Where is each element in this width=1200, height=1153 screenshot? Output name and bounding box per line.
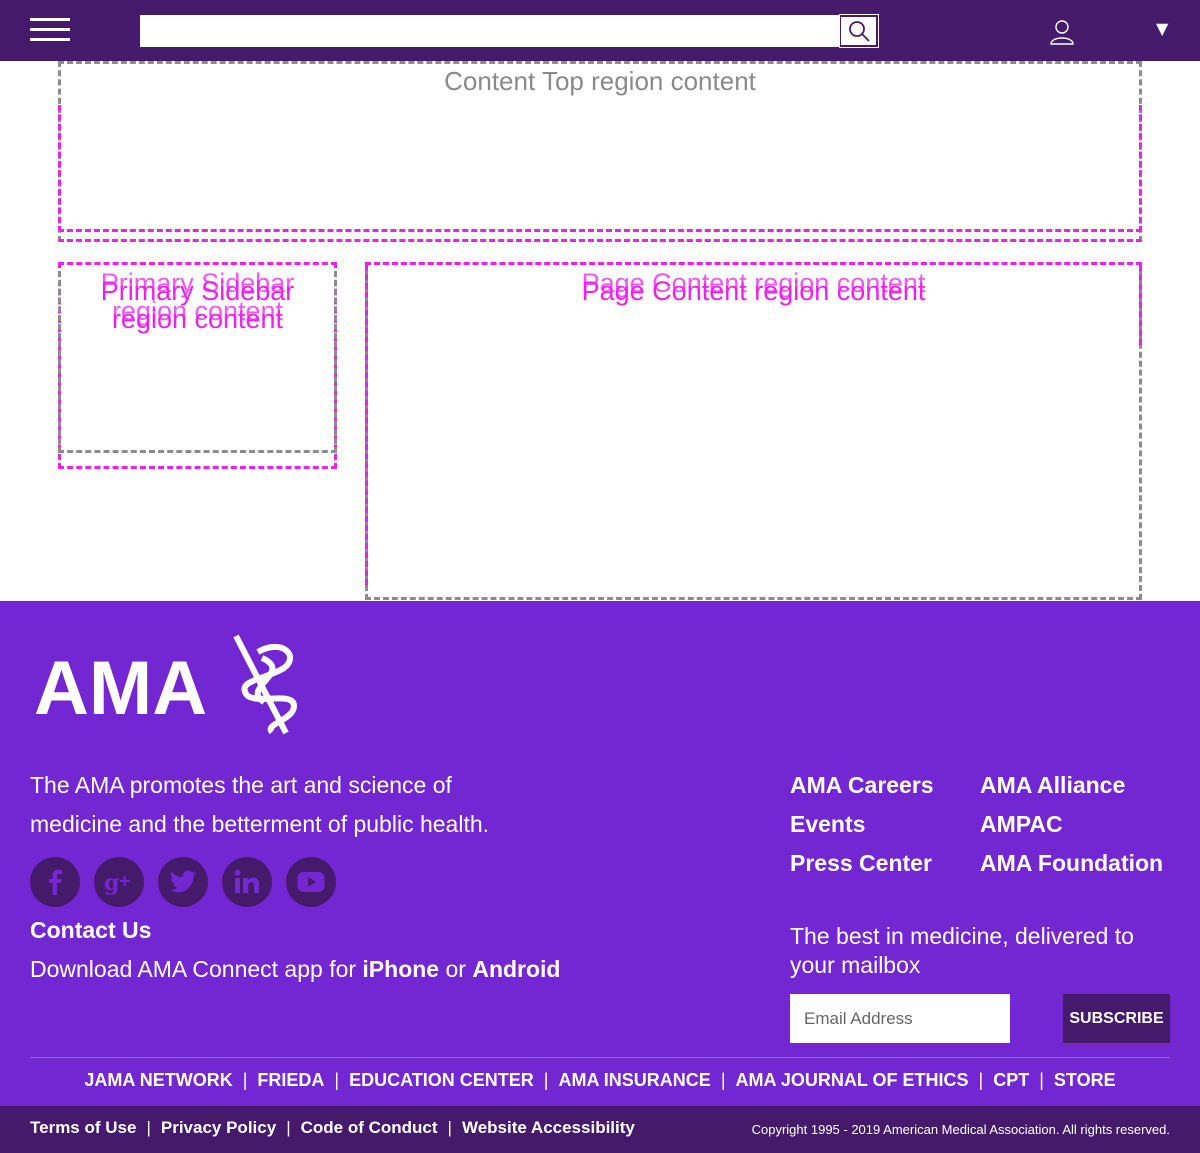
cpt-link[interactable]: CPT	[993, 1070, 1029, 1090]
terms-of-use-link[interactable]: Terms of Use	[30, 1118, 136, 1137]
contact-us-link[interactable]: Contact Us	[30, 917, 151, 944]
education-center-link[interactable]: EDUCATION CENTER	[349, 1070, 534, 1090]
logo-text: AMA	[34, 646, 207, 731]
newsletter-heading: The best in medicine, delivered to your …	[790, 923, 1134, 978]
separator: |	[334, 1070, 340, 1090]
ama-careers-link[interactable]: AMA Careers	[790, 766, 934, 805]
ama-insurance-link[interactable]: AMA INSURANCE	[558, 1070, 710, 1090]
user-icon[interactable]	[1048, 18, 1076, 46]
download-app-text: Download AMA Connect app for iPhone or A…	[30, 956, 560, 983]
region-border	[58, 229, 1142, 232]
separator: |	[242, 1070, 248, 1090]
google-plus-icon[interactable]: g +	[94, 857, 144, 907]
region-border	[365, 262, 1142, 265]
download-or: or	[439, 956, 473, 982]
footer-divider	[30, 1057, 1170, 1058]
privacy-policy-link[interactable]: Privacy Policy	[161, 1118, 276, 1137]
site-header: ▼	[0, 0, 1200, 61]
copyright-text: Copyright 1995 - 2019 American Medical A…	[751, 1122, 1170, 1137]
search-input[interactable]	[140, 15, 842, 47]
menu-icon[interactable]	[30, 18, 70, 42]
linkedin-icon[interactable]	[222, 857, 272, 907]
separator: |	[286, 1118, 291, 1137]
region-border	[58, 239, 1142, 242]
search-button[interactable]	[839, 14, 879, 48]
website-accessibility-link[interactable]: Website Accessibility	[462, 1118, 635, 1137]
region-border	[1139, 105, 1142, 232]
caduceus-icon	[233, 634, 298, 735]
footer-links-left: AMA Careers Events Press Center	[790, 766, 934, 883]
press-center-link[interactable]: Press Center	[790, 844, 934, 883]
twitter-icon[interactable]	[158, 857, 208, 907]
email-field[interactable]	[790, 994, 1010, 1043]
separator: |	[447, 1118, 452, 1137]
footer-tagline: The AMA promotes the art and science of …	[30, 772, 490, 837]
region-border	[365, 265, 368, 585]
facebook-icon[interactable]	[30, 857, 80, 907]
region-border	[58, 105, 61, 232]
page-content-region: Page Content region content Page Content…	[365, 262, 1142, 600]
account-dropdown-caret[interactable]: ▼	[1156, 19, 1168, 38]
ama-journal-of-ethics-link[interactable]: AMA JOURNAL OF ETHICS	[736, 1070, 969, 1090]
ama-foundation-link[interactable]: AMA Foundation	[980, 844, 1163, 883]
separator: |	[1039, 1070, 1044, 1090]
separator: |	[978, 1070, 984, 1090]
region-border	[1139, 265, 1142, 345]
svg-text:+: +	[118, 871, 131, 890]
footer-links-right: AMA Alliance AMPAC AMA Foundation	[980, 766, 1163, 883]
content-top-label: Content Top region content	[444, 66, 756, 96]
download-prefix: Download AMA Connect app for	[30, 956, 363, 982]
frieda-link[interactable]: FRIEDA	[257, 1070, 324, 1090]
subscribe-button[interactable]: SUBSCRIBE	[1063, 994, 1170, 1043]
ama-alliance-link[interactable]: AMA Alliance	[980, 766, 1163, 805]
store-link[interactable]: STORE	[1054, 1070, 1116, 1090]
iphone-link[interactable]: iPhone	[362, 956, 439, 982]
separator: |	[146, 1118, 151, 1137]
social-links: g +	[30, 857, 336, 907]
primary-sidebar-region: Primary Sidebar region content Primary S…	[58, 262, 337, 469]
ampac-link[interactable]: AMPAC	[980, 805, 1163, 844]
legal-links: Terms of Use | Privacy Policy | Code of Cond…	[30, 1118, 635, 1138]
partner-links: JAMA NETWORK | FRIEDA | EDUCATION CENTER | AMA…	[0, 1070, 1200, 1091]
search-icon	[848, 21, 870, 42]
code-of-conduct-link[interactable]: Code of Conduct	[301, 1118, 438, 1137]
jama-network-link[interactable]: JAMA NETWORK	[84, 1070, 232, 1090]
primary-sidebar-label: Primary Sidebar region content	[100, 276, 295, 334]
youtube-icon[interactable]	[286, 857, 336, 907]
page-content-label: Page Content region content	[581, 276, 926, 306]
separator: |	[720, 1070, 726, 1090]
separator: |	[543, 1070, 549, 1090]
ama-logo[interactable]: AMA	[32, 628, 302, 745]
android-link[interactable]: Android	[472, 956, 560, 982]
content-top-region: Content Top region content	[58, 61, 1142, 242]
events-link[interactable]: Events	[790, 805, 934, 844]
